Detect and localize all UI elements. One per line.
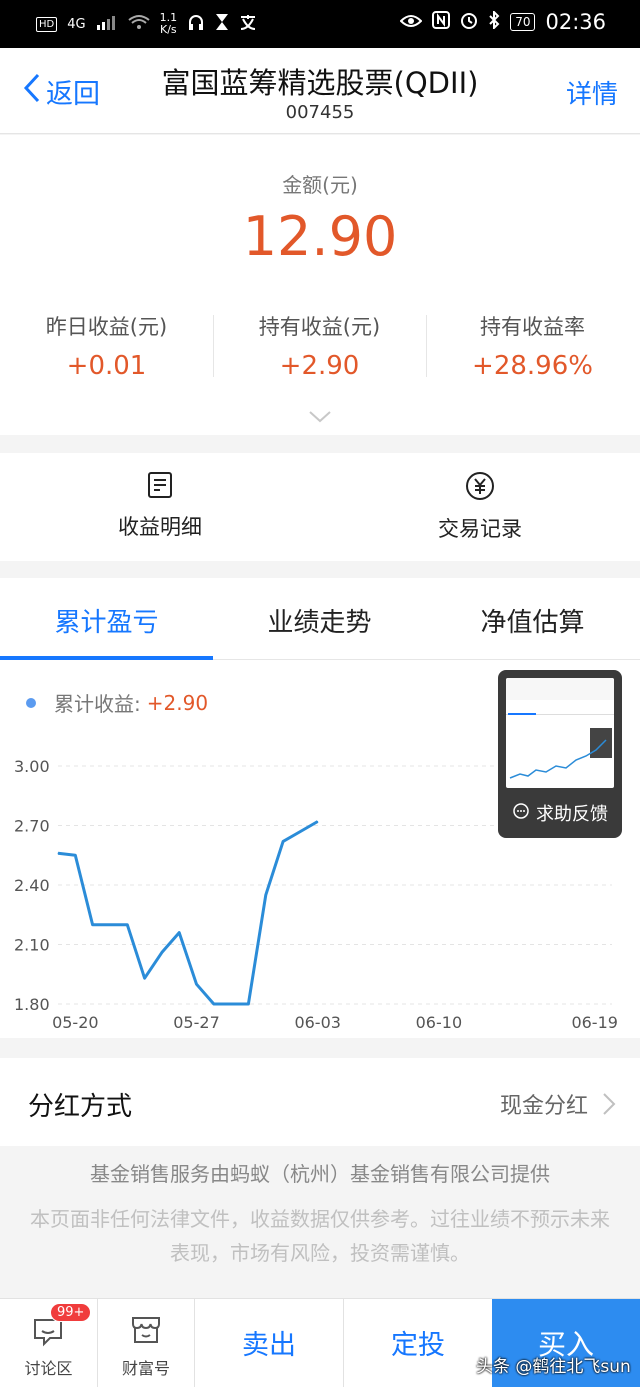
help-feedback-label: 求助反馈: [536, 804, 608, 825]
chart-tabs: 累计盈亏 业绩走势 净值估算: [0, 578, 640, 660]
discuss-label: 讨论区: [24, 1359, 73, 1378]
headset-icon: [187, 13, 205, 35]
yen-circle-icon: [320, 471, 640, 505]
income-detail-label: 收益明细: [118, 515, 202, 539]
tab-performance[interactable]: 业绩走势: [213, 602, 426, 639]
stat-yesterday: 昨日收益(元) +0.01: [0, 311, 213, 381]
status-bar: HD 4G 1.1 K/s 70 02:36: [0, 0, 640, 48]
stat-rate: 持有收益率 +28.96%: [426, 311, 639, 381]
status-right: 70 02:36: [399, 9, 606, 34]
discuss-badge: 99+: [50, 1303, 92, 1322]
data-point: [299, 830, 301, 832]
stat-holding-label: 持有收益(元): [258, 315, 381, 339]
tab-cumulative[interactable]: 累计盈亏: [0, 602, 213, 639]
data-point: [109, 924, 111, 926]
holding-summary: 金额(元) 12.90 昨日收益(元) +0.01 持有收益(元) +2.90 …: [0, 135, 640, 435]
auto-invest-button[interactable]: 定投: [344, 1323, 492, 1362]
y-tick-label: 2.70: [14, 817, 50, 836]
clock: 02:36: [545, 10, 606, 34]
x-tick-label: 06-10: [416, 1013, 463, 1028]
discuss-button[interactable]: 99+ 讨论区: [0, 1299, 97, 1387]
net-speed: 1.1 K/s: [160, 12, 178, 36]
amount-label: 金额(元): [282, 173, 358, 197]
chat-bubble-icon: [32, 1317, 64, 1351]
data-point: [92, 924, 94, 926]
screenshot-thumbnail: [506, 678, 614, 788]
data-point: [161, 951, 163, 953]
data-point: [196, 983, 197, 985]
y-tick-label: 2.10: [14, 936, 50, 955]
page-title: 富国蓝筹精选股票(QDII): [161, 66, 479, 100]
nfc-icon: [432, 10, 451, 34]
income-detail-button[interactable]: 收益明细: [0, 471, 320, 541]
fund-code: 007455: [285, 102, 355, 123]
legend-dot: [26, 697, 36, 708]
stat-holding-value: +2.90: [279, 351, 360, 381]
stat-rate-label: 持有收益率: [480, 315, 585, 339]
chat-icon: [512, 802, 530, 825]
data-point: [213, 1003, 215, 1005]
y-tick-label: 1.80: [14, 995, 50, 1014]
net-speed-unit: K/s: [160, 23, 177, 36]
help-feedback-popup[interactable]: 求助反馈: [498, 670, 622, 838]
watermark: 头条 @鹤往北飞sun: [476, 1357, 631, 1377]
data-point: [178, 932, 180, 934]
amount-value: 12.90: [242, 205, 398, 268]
data-point: [265, 894, 267, 896]
risk-notice: 本页面非任何法律文件，收益数据仅供参考。过往业绩不预示未来表现，市场有风险，投资…: [30, 1207, 610, 1265]
data-point: [317, 821, 319, 823]
active-tab-indicator: [0, 656, 213, 660]
chart-legend: 累计收益: +2.90: [26, 688, 208, 717]
data-point: [282, 840, 284, 842]
chevron-right-icon: [602, 1092, 616, 1120]
data-point: [74, 854, 76, 856]
help-feedback-label-row: 求助反馈: [498, 800, 622, 826]
y-tick-label: 3.00: [14, 757, 50, 776]
quick-actions: 收益明细 交易记录: [0, 453, 640, 561]
wealth-label: 财富号: [121, 1359, 170, 1378]
battery-icon: 70: [510, 13, 536, 31]
wifi-icon: [127, 14, 150, 34]
stat-rate-value: +28.96%: [472, 351, 593, 381]
stat-yesterday-value: +0.01: [66, 351, 147, 381]
stat-holding: 持有收益(元) +2.90: [213, 311, 426, 381]
alarm-icon: [460, 10, 478, 34]
data-point: [57, 852, 59, 854]
x-tick-label: 05-20: [52, 1013, 99, 1028]
hourglass-icon: [215, 13, 229, 35]
legend-label: 累计收益:: [54, 692, 141, 716]
trade-record-label: 交易记录: [438, 517, 522, 541]
provider-notice: 基金销售服务由蚂蚁（杭州）基金销售有限公司提供: [90, 1162, 550, 1186]
translate-icon: [239, 13, 257, 35]
document-icon: [0, 471, 320, 503]
tab-nav-estimate[interactable]: 净值估算: [426, 602, 639, 639]
signal-icon: [96, 14, 118, 34]
detail-button[interactable]: 详情: [566, 74, 618, 111]
dividend-value: 现金分红: [499, 1094, 588, 1119]
stat-yesterday-label: 昨日收益(元): [45, 315, 168, 339]
y-tick-label: 2.40: [14, 876, 50, 895]
eye-icon: [399, 10, 423, 34]
x-tick-label: 05-27: [173, 1013, 220, 1028]
dividend-row[interactable]: 分红方式 现金分红: [0, 1058, 640, 1146]
data-point: [126, 924, 128, 926]
x-tick-label: 06-03: [294, 1013, 341, 1028]
x-tick-label: 06-19: [571, 1013, 618, 1028]
series-line: [57, 820, 319, 1006]
nav-bar: 返回 富国蓝筹精选股票(QDII) 007455 详情: [0, 48, 640, 134]
data-point: [247, 1003, 249, 1005]
trade-record-button[interactable]: 交易记录: [320, 471, 640, 543]
data-point: [230, 1003, 232, 1005]
wealth-button[interactable]: 财富号: [98, 1299, 194, 1387]
dividend-label: 分红方式: [28, 1092, 133, 1122]
data-point: [144, 977, 146, 979]
store-icon: [130, 1315, 162, 1349]
expand-chevron-icon[interactable]: [308, 409, 332, 428]
status-left: HD 4G 1.1 K/s: [36, 12, 257, 36]
sell-button[interactable]: 卖出: [195, 1323, 343, 1362]
network-type: 4G: [67, 16, 86, 32]
legend-value: +2.90: [146, 690, 209, 715]
hd-icon: HD: [36, 16, 58, 32]
bluetooth-icon: [488, 9, 500, 34]
